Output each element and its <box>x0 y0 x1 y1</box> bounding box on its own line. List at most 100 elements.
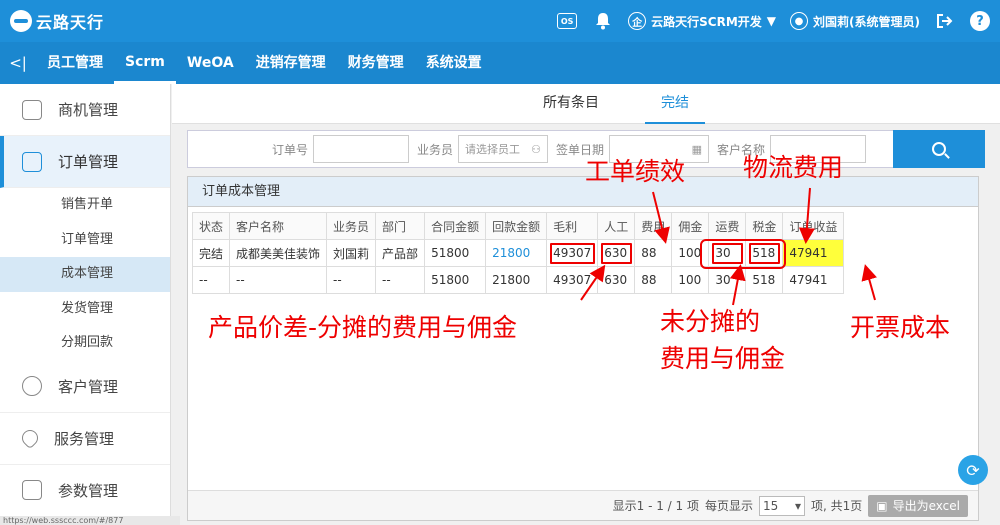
col-gross[interactable]: 毛利 <box>546 212 599 240</box>
nav-item-scrm[interactable]: Scrm <box>114 42 176 84</box>
os-icon[interactable]: OS <box>556 10 578 32</box>
col-customer[interactable]: 客户名称 <box>229 212 328 240</box>
people-icon: ⚇ <box>531 142 542 156</box>
cell-customer: -- <box>229 266 328 294</box>
tab-completed[interactable]: 完结 <box>645 84 705 124</box>
sales-select[interactable]: 请选择员工 ⚇ <box>458 135 549 163</box>
logo-icon <box>10 10 32 32</box>
sidebar: 商机管理 订单管理 销售开单 订单管理 成本管理 发货管理 分期回款 客户管理 … <box>0 84 171 525</box>
annotation-gross: 产品价差-分摊的费用与佣金 <box>208 313 518 342</box>
sales-placeholder: 请选择员工 <box>465 143 521 156</box>
sidebar-sub-installments[interactable]: 分期回款 <box>0 326 170 361</box>
pager-total: 项, 共1页 <box>811 499 863 513</box>
pager-display: 显示1 - 1 / 1 项 <box>612 499 699 513</box>
user-icon: ● <box>790 12 809 30</box>
nav-item-inventory[interactable]: 进销存管理 <box>245 42 337 84</box>
sidebar-sub-cost-manage[interactable]: 成本管理 <box>0 257 170 292</box>
cell-fees: 88 <box>634 266 673 294</box>
bell-icon[interactable] <box>592 10 614 32</box>
annotation-labor: 工单绩效 <box>585 157 686 186</box>
col-fees[interactable]: 费用 <box>634 212 673 240</box>
user-name: 刘国莉(系统管理员) <box>813 14 920 29</box>
col-profit[interactable]: 订单收益 <box>782 212 845 240</box>
cell-contract: 51800 <box>424 266 487 294</box>
cell-profit: 47941 <box>782 239 845 267</box>
col-tax[interactable]: 税金 <box>745 212 784 240</box>
cell-status: 完结 <box>191 239 231 267</box>
nav-item-settings[interactable]: 系统设置 <box>415 42 493 84</box>
table-row[interactable]: 完结 成都美美佳装饰 刘国莉 产品部 51800 21800 49307 630… <box>191 239 845 267</box>
sidebar-item-customers[interactable]: 客户管理 <box>0 361 170 413</box>
col-commission[interactable]: 佣金 <box>671 212 710 240</box>
status-url: https://web.sssccc.com/#/877 <box>0 516 180 525</box>
cell-labor: 630 <box>597 239 636 267</box>
assistant-float-icon[interactable]: ⟳ <box>958 455 988 485</box>
cell-labor: 630 <box>597 266 636 294</box>
logo[interactable]: 云路天行 <box>10 9 104 33</box>
cell-dept: 产品部 <box>375 239 426 267</box>
sidebar-item-label: 订单管理 <box>58 153 119 171</box>
nav-item-weoa[interactable]: WeOA <box>176 42 245 84</box>
panel-title: 订单成本管理 <box>188 177 978 207</box>
cell-payback: 21800 <box>485 266 548 294</box>
order-settings-icon <box>22 151 42 172</box>
annotation-tax: 开票成本 <box>850 313 951 342</box>
cell-status: -- <box>191 266 231 294</box>
cell-freight: 30 <box>708 239 747 267</box>
logout-icon[interactable] <box>934 10 956 32</box>
col-payback[interactable]: 回款金额 <box>485 212 548 240</box>
cube-icon <box>22 480 42 500</box>
pager-per-page-label: 每页显示 <box>704 499 753 513</box>
col-dept[interactable]: 部门 <box>375 212 426 240</box>
collapse-icon[interactable]: <| <box>0 54 36 72</box>
sidebar-item-label: 参数管理 <box>58 481 119 500</box>
cell-gross: 49307 <box>546 266 599 294</box>
cell-payback-link[interactable]: 21800 <box>485 239 548 267</box>
sidebar-item-orders[interactable]: 订单管理 <box>0 136 170 188</box>
cube-icon <box>22 99 42 120</box>
export-label: 导出为excel <box>892 499 960 513</box>
cost-panel: 订单成本管理 状态 客户名称 业务员 部门 合同金额 回款金额 毛利 人工 费用… <box>187 176 979 521</box>
nav-item-finance[interactable]: 财务管理 <box>337 42 415 84</box>
export-excel-button[interactable]: ▣ 导出为excel <box>868 494 968 517</box>
page-size-select[interactable]: 15 ▾ <box>759 495 805 516</box>
cell-fees: 88 <box>634 239 673 267</box>
cell-contract: 51800 <box>424 239 487 267</box>
pagination: 显示1 - 1 / 1 项 每页显示 15 ▾ 项, 共1页 ▣ 导出为exce… <box>188 490 978 520</box>
main-nav: <| 员工管理 Scrm WeOA 进销存管理 财务管理 系统设置 <box>0 42 1000 84</box>
col-labor[interactable]: 人工 <box>597 212 636 240</box>
sidebar-item-service[interactable]: 服务管理 <box>0 413 170 465</box>
cell-gross: 49307 <box>546 239 599 267</box>
top-right-tools: OS 企 云路天行SCRM开发 ▼ ● 刘国莉(系统管理员) ? <box>556 0 990 42</box>
chevron-down-icon: ▾ <box>794 498 801 513</box>
cell-commission: 100 <box>671 239 710 267</box>
col-contract[interactable]: 合同金额 <box>424 212 487 240</box>
sidebar-sub-order-manage[interactable]: 订单管理 <box>0 223 170 258</box>
annotation-fees-line2: 费用与佣金 <box>660 344 786 373</box>
help-icon[interactable]: ? <box>970 11 990 31</box>
cell-freight: 30 <box>708 266 747 294</box>
sidebar-item-params[interactable]: 参数管理 <box>0 465 170 517</box>
calendar-icon: ▦ <box>691 142 703 156</box>
user-menu[interactable]: ● 刘国莉(系统管理员) <box>790 12 920 30</box>
nav-item-staff[interactable]: 员工管理 <box>36 42 114 84</box>
logo-text: 云路天行 <box>36 13 105 32</box>
company-icon: 企 <box>628 12 647 30</box>
sidebar-sub-shipping[interactable]: 发货管理 <box>0 292 170 327</box>
sales-label: 业务员 <box>417 142 454 157</box>
col-sales[interactable]: 业务员 <box>326 212 377 240</box>
chevron-down-icon: ▼ <box>766 14 777 28</box>
cell-tax: 518 <box>745 239 784 267</box>
date-label: 签单日期 <box>556 142 605 157</box>
search-icon <box>932 142 946 156</box>
sidebar-sub-sales-order[interactable]: 销售开单 <box>0 188 170 223</box>
tab-all-items[interactable]: 所有条目 <box>527 84 615 124</box>
company-switcher[interactable]: 企 云路天行SCRM开发 ▼ <box>628 12 776 30</box>
search-button[interactable] <box>893 130 985 168</box>
col-freight[interactable]: 运费 <box>708 212 747 240</box>
col-status[interactable]: 状态 <box>191 212 231 240</box>
sidebar-item-opportunity[interactable]: 商机管理 <box>0 84 170 136</box>
annotation-freight: 物流费用 <box>743 153 844 182</box>
page-size-value: 15 <box>763 498 779 513</box>
order-no-input[interactable] <box>313 135 410 163</box>
